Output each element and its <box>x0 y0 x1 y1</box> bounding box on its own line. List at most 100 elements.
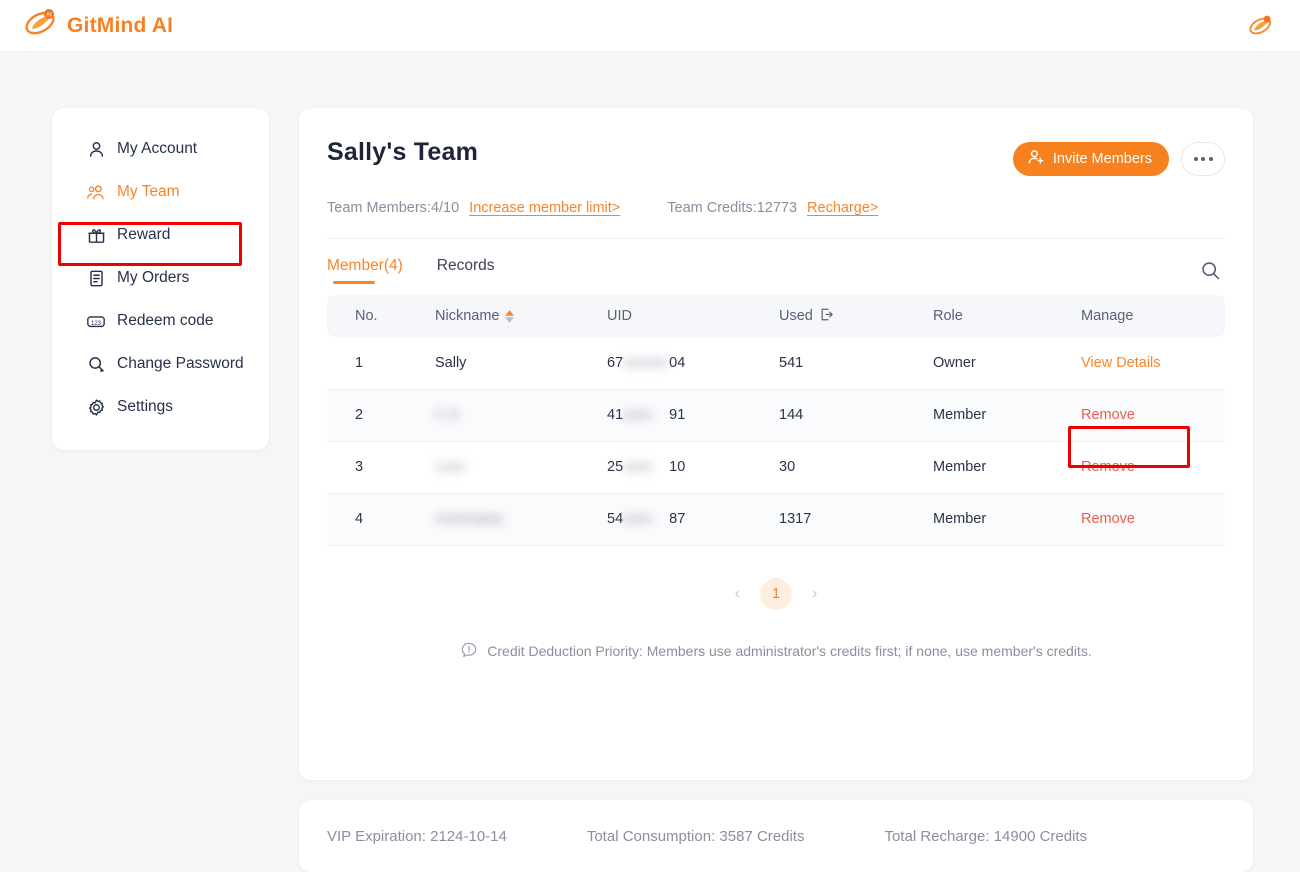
remove-member-link[interactable]: Remove <box>1081 407 1135 423</box>
team-credits-count: Team Credits:12773 <box>667 200 798 216</box>
members-table: No. Nickname UID Used Role Manage 1 Sall… <box>327 295 1225 546</box>
table-row: 2 C S 41xxxx 91 144 Member Remove <box>327 389 1225 442</box>
sidebar-item-reward[interactable]: Reward <box>52 217 269 253</box>
cell-role: Member <box>933 441 1081 494</box>
table-row: 4 momoqwq 54xxxx 87 1317 Member Remove <box>327 493 1225 546</box>
uid-prefix: 67 <box>607 354 624 371</box>
sidebar-item-label: Reward <box>117 226 171 243</box>
sidebar-item-my-orders[interactable]: My Orders <box>52 260 269 296</box>
team-panel: Sally's Team Invite Members Team Members… <box>299 108 1253 780</box>
cell-nickname: Lxxx <box>435 441 607 494</box>
ellipsis-icon <box>1193 157 1198 161</box>
export-arrow-icon[interactable] <box>819 307 834 326</box>
cell-used: 30 <box>779 441 933 494</box>
info-circle-icon <box>460 641 478 662</box>
sidebar-item-change-password[interactable]: Change Password <box>52 346 269 382</box>
cell-uid: 54xxxx 87 <box>607 493 779 546</box>
table-row: 3 Lxxx 25xxxx 10 30 Member Remove <box>327 441 1225 494</box>
more-options-button[interactable] <box>1181 142 1225 176</box>
cell-no: 3 <box>327 441 435 494</box>
panel-header: Sally's Team Invite Members <box>327 138 1225 176</box>
uid-prefix: 25 <box>607 459 624 475</box>
column-label: No. <box>355 308 378 324</box>
page-title: Sally's Team <box>327 138 479 166</box>
nickname-redacted: Lxxx <box>435 459 465 475</box>
column-label: Nickname <box>435 308 500 324</box>
team-icon <box>86 182 106 202</box>
brand-name: GitMind AI <box>67 13 174 37</box>
tab-member[interactable]: Member(4) <box>327 257 403 284</box>
column-header-uid: UID <box>607 295 779 337</box>
column-header-no: No. <box>327 295 435 337</box>
cell-no: 1 <box>327 337 435 390</box>
column-header-nickname[interactable]: Nickname <box>435 295 607 337</box>
credit-priority-note: Credit Deduction Priority: Members use a… <box>327 641 1225 662</box>
gitmind-avatar-icon[interactable] <box>1246 11 1276 41</box>
cell-used: 541 <box>779 337 933 390</box>
gear-icon <box>86 397 106 417</box>
sidebar-item-label: Change Password <box>117 355 244 372</box>
ellipsis-icon <box>1201 157 1205 161</box>
column-header-used: Used <box>779 295 933 337</box>
user-icon <box>86 139 106 159</box>
cell-role: Member <box>933 493 1081 546</box>
ellipsis-icon <box>1208 157 1213 161</box>
cell-nickname: momoqwq <box>435 493 607 546</box>
recharge-link[interactable]: Recharge> <box>807 200 878 216</box>
pagination: ‹ 1 › <box>327 577 1225 610</box>
column-label: Used <box>779 308 813 324</box>
brand-logo[interactable]: AI GitMind AI <box>24 8 173 43</box>
document-icon <box>86 268 106 288</box>
increase-member-limit-link[interactable]: Increase member limit> <box>469 200 620 216</box>
sidebar-item-label: My Team <box>117 183 180 200</box>
sidebar-item-label: My Account <box>117 140 198 157</box>
svg-text:123: 123 <box>91 320 102 326</box>
numbers-123-icon: 123 <box>86 311 106 331</box>
uid-prefix: 54 <box>607 511 624 527</box>
top-header-bar: AI GitMind AI <box>0 0 1300 52</box>
invite-members-label: Invite Members <box>1052 151 1152 167</box>
cell-uid: 25xxxx 10 <box>607 441 779 494</box>
page-number-1[interactable]: 1 <box>760 577 792 610</box>
cell-uid: 67xxxxxx 04 <box>607 337 779 390</box>
cell-used: 1317 <box>779 493 933 546</box>
cell-manage: Remove <box>1081 493 1225 546</box>
cell-nickname: C S <box>435 389 607 442</box>
page-body: My Account My Team Reward My Orders 123 … <box>0 52 1300 872</box>
cell-nickname: Sally <box>435 337 607 390</box>
header-divider <box>327 238 1225 239</box>
remove-member-link[interactable]: Remove <box>1081 459 1135 475</box>
cell-no: 4 <box>327 493 435 546</box>
tab-records[interactable]: Records <box>437 257 495 284</box>
uid-redacted: xxxx <box>623 511 653 527</box>
cell-role: Member <box>933 389 1081 442</box>
user-plus-icon <box>1027 148 1045 170</box>
team-stats-row: Team Members:4/10 Increase member limit>… <box>327 200 1225 216</box>
sidebar-item-my-account[interactable]: My Account <box>52 131 269 167</box>
sidebar-item-settings[interactable]: Settings <box>52 389 269 425</box>
column-header-manage: Manage <box>1081 295 1225 337</box>
nickname-redacted: C S <box>435 407 460 423</box>
column-header-role: Role <box>933 295 1081 337</box>
total-consumption: Total Consumption: 3587 Credits <box>586 827 805 845</box>
search-key-icon <box>86 354 106 374</box>
sidebar-item-redeem-code[interactable]: 123 Redeem code <box>52 303 269 339</box>
cell-manage: Remove <box>1081 441 1225 494</box>
invite-members-button[interactable]: Invite Members <box>1012 142 1169 176</box>
search-icon[interactable] <box>1196 258 1225 283</box>
sidebar-item-label: Redeem code <box>117 312 214 329</box>
uid-redacted: xxxx <box>623 407 653 423</box>
sidebar-item-my-team[interactable]: My Team <box>52 174 269 210</box>
sort-arrows-icon[interactable] <box>505 309 515 323</box>
chevron-right-icon[interactable]: › <box>812 585 817 603</box>
sidebar-nav: My Account My Team Reward My Orders 123 … <box>52 108 269 450</box>
remove-member-link[interactable]: Remove <box>1081 511 1135 527</box>
table-row: 1 Sally 67xxxxxx 04 541 Owner View Detail… <box>327 337 1225 390</box>
column-label: Role <box>933 308 963 324</box>
note-text: Credit Deduction Priority: Members use a… <box>487 643 1092 659</box>
cell-manage: Remove <box>1081 389 1225 442</box>
chevron-left-icon[interactable]: ‹ <box>735 585 740 603</box>
view-details-link[interactable]: View Details <box>1081 355 1161 371</box>
uid-suffix: 10 <box>669 459 686 475</box>
uid-suffix: 87 <box>669 511 686 527</box>
